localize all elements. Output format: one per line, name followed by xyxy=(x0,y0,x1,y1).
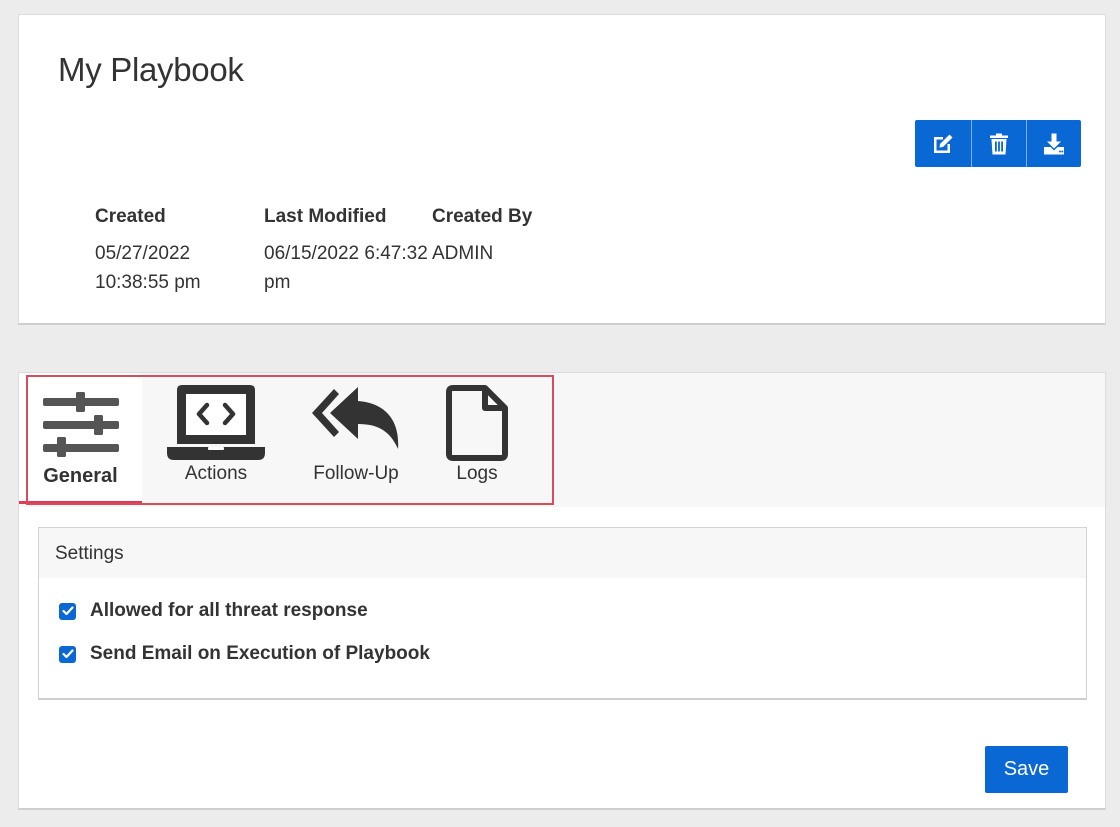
send-email-on-execution-checkbox[interactable] xyxy=(59,645,76,663)
meta-created: Created 05/27/2022 10:38:55 pm xyxy=(95,205,255,297)
page-title: My Playbook xyxy=(58,51,244,88)
send-email-on-execution-label: Send Email on Execution of Playbook xyxy=(90,643,430,664)
laptop-code-icon xyxy=(167,385,265,460)
trash-icon xyxy=(990,133,1008,154)
created-label: Created xyxy=(95,206,166,227)
checkmark-icon xyxy=(61,649,74,659)
checkmark-icon xyxy=(61,606,74,616)
save-button[interactable]: Save xyxy=(985,746,1068,793)
created-by-label: Created By xyxy=(432,206,533,227)
playbook-header-card: My Playbook Created 05/27/2022 10:38:55 … xyxy=(18,14,1106,325)
tab-logs-label: Logs xyxy=(456,463,498,484)
created-by-value: ADMIN xyxy=(432,243,494,264)
tab-follow-up[interactable]: Follow-Up xyxy=(302,373,410,503)
last-modified-label: Last Modified xyxy=(264,206,387,227)
allowed-all-threat-response-checkbox[interactable] xyxy=(59,602,76,620)
playbook-action-buttons xyxy=(915,120,1081,167)
edit-icon xyxy=(934,134,953,153)
tab-actions-label: Actions xyxy=(184,463,248,484)
meta-last-modified: Last Modified 06/15/2022 6:47:32 pm xyxy=(264,205,434,297)
settings-heading: Settings xyxy=(39,528,1086,578)
tab-logs[interactable]: Logs xyxy=(425,373,529,503)
sliders-icon xyxy=(42,392,119,457)
allowed-all-threat-response-label: Allowed for all threat response xyxy=(90,600,368,621)
last-modified-time: pm xyxy=(264,272,291,293)
tab-general-label: General xyxy=(43,465,118,487)
meta-created-by: Created By ADMIN xyxy=(432,205,592,268)
tab-follow-up-label: Follow-Up xyxy=(313,463,399,484)
created-time: 10:38:55 pm xyxy=(95,272,201,293)
download-icon xyxy=(1044,133,1064,154)
allowed-all-threat-response-option[interactable]: Allowed for all threat response xyxy=(59,600,368,622)
last-modified-value: 06/15/2022 6:47:32 pm xyxy=(264,239,434,297)
created-date: 05/27/2022 xyxy=(95,243,191,264)
tab-bar: General Actions Follow-Up Logs xyxy=(19,373,1105,507)
download-button[interactable] xyxy=(1026,120,1081,167)
last-modified-date: 06/15/2022 6:47:32 xyxy=(264,243,428,264)
delete-button[interactable] xyxy=(971,120,1026,167)
settings-panel: Settings Allowed for all threat response… xyxy=(38,527,1087,700)
file-icon xyxy=(446,385,508,461)
reply-all-icon xyxy=(312,387,399,449)
playbook-detail-card: General Actions Follow-Up Logs Settings … xyxy=(18,372,1106,810)
send-email-on-execution-option[interactable]: Send Email on Execution of Playbook xyxy=(59,643,430,665)
tab-general[interactable]: General xyxy=(19,373,142,504)
created-value: 05/27/2022 10:38:55 pm xyxy=(95,239,255,297)
tab-actions[interactable]: Actions xyxy=(162,373,270,503)
edit-button[interactable] xyxy=(915,120,971,167)
